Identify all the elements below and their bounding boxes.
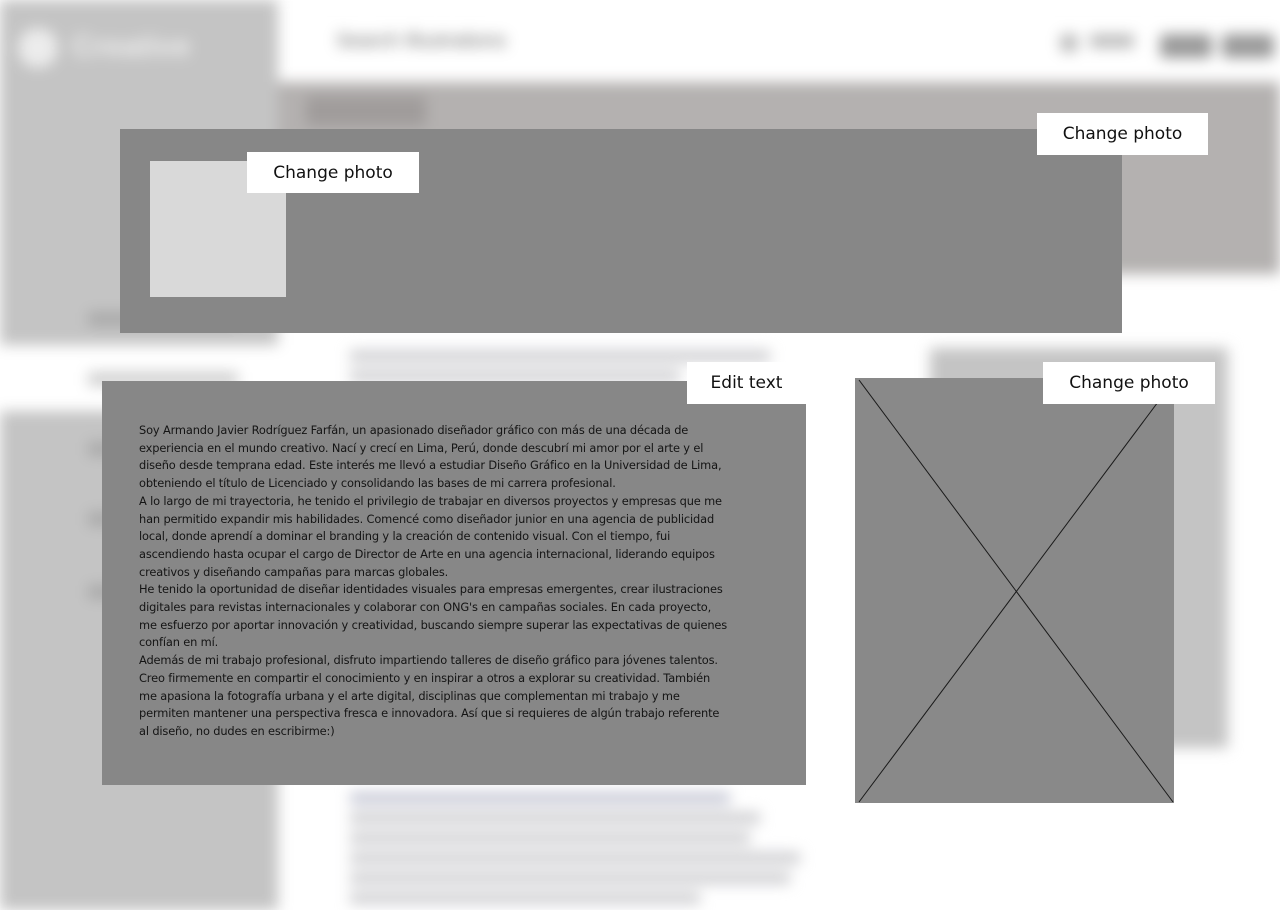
text-line — [350, 792, 730, 804]
banner-label — [306, 96, 426, 126]
brand-logo-icon — [18, 28, 58, 68]
top-bar-pill — [1222, 34, 1274, 58]
change-cover-photo-button[interactable]: Change photo — [1037, 113, 1208, 155]
text-line — [350, 892, 700, 904]
text-line — [350, 852, 800, 864]
text-line — [350, 350, 770, 362]
text-line — [350, 832, 750, 844]
side-photo-placeholder — [855, 378, 1174, 803]
image-placeholder-icon — [858, 379, 1174, 803]
text-line — [350, 812, 760, 824]
brand-name: Creative — [72, 30, 191, 63]
text-line — [350, 872, 790, 884]
edit-text-button[interactable]: Edit text — [687, 362, 806, 404]
top-bar-pill — [1160, 34, 1212, 58]
change-avatar-photo-button[interactable]: Change photo — [247, 152, 419, 193]
bio-paragraph: He tenido la oportunidad de diseñar iden… — [139, 582, 728, 650]
bio-paragraph: Además de mi trabajo profesional, disfru… — [139, 653, 720, 738]
bio-paragraph: Soy Armando Javier Rodríguez Farfán, un … — [139, 423, 722, 491]
search-placeholder: Search Illustrations — [336, 30, 507, 52]
bio-text: Soy Armando Javier Rodríguez Farfán, un … — [139, 422, 729, 741]
change-side-photo-button[interactable]: Change photo — [1043, 362, 1215, 404]
user-icon — [1060, 34, 1078, 52]
top-bar-label — [1090, 34, 1134, 48]
bio-paragraph: A lo largo de mi trayectoria, he tenido … — [139, 493, 722, 579]
